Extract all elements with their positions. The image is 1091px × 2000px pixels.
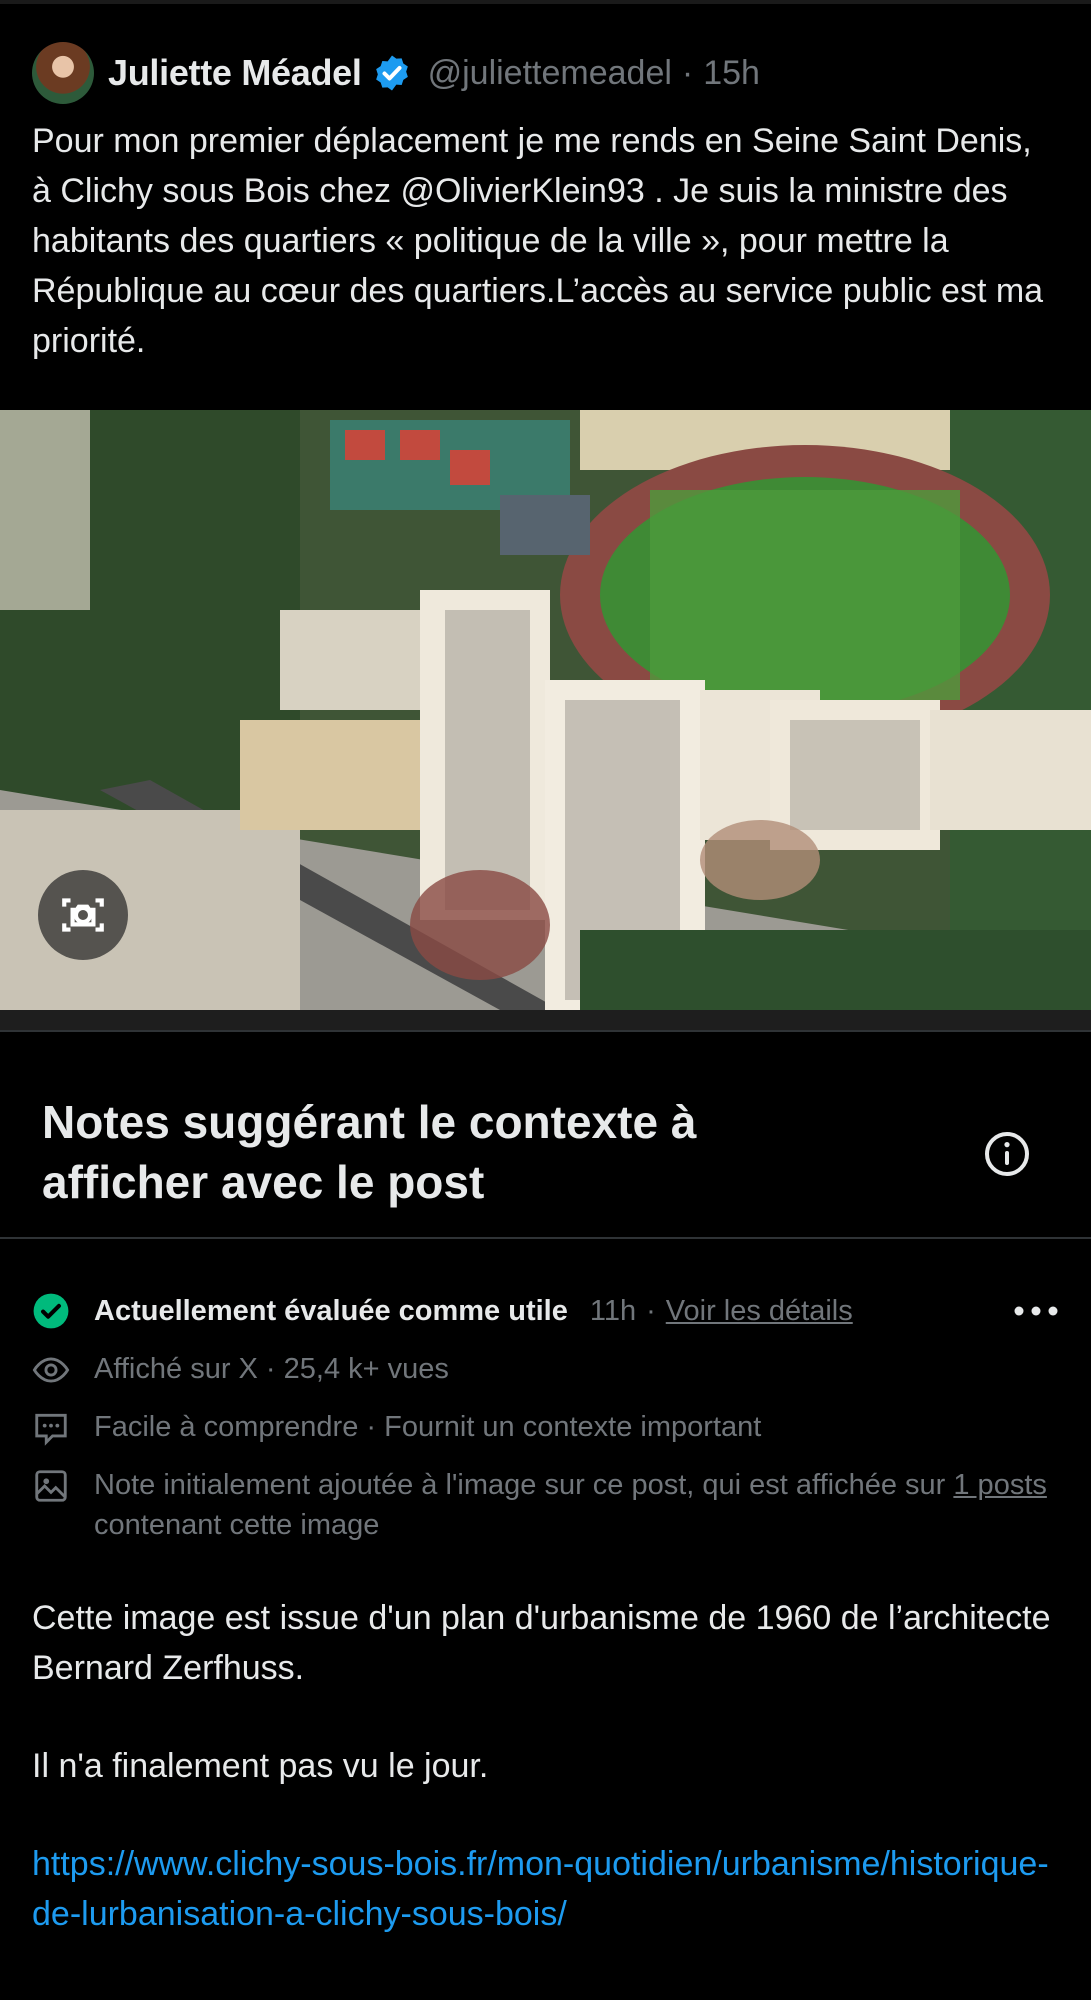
note-status-label: Actuellement évaluée comme utile [94, 1294, 568, 1327]
note-views-text: Affiché sur X · 25,4 k+ vues [94, 1353, 449, 1385]
visual-search-button[interactable] [38, 870, 128, 960]
notes-title: Notes suggérant le contexte à afficher a… [42, 1095, 697, 1208]
aerial-photo [0, 410, 1091, 1010]
post-image[interactable] [0, 410, 1091, 1010]
author-name[interactable]: Juliette Méadel [108, 52, 362, 94]
note: Actuellement évaluée comme utile 11h · V… [0, 1239, 1091, 1939]
avatar[interactable] [32, 42, 94, 104]
visual-search-icon [62, 898, 104, 932]
post-header: Juliette Méadel @juliettemeadel · 15h [32, 40, 1059, 106]
note-image-text: Note initialement ajoutée à l'image sur … [94, 1465, 1059, 1545]
community-notes: Notes suggérant le contexte à afficher a… [0, 1032, 1091, 1939]
author-handle[interactable]: @juliettemeadel [428, 54, 672, 93]
status-separator: · [646, 1294, 656, 1327]
check-circle-icon [33, 1293, 69, 1329]
note-text: Cette image est issue d'un plan d'urbani… [32, 1593, 1059, 1939]
note-source-link[interactable]: https://www.clichy-sous-bois.fr/mon-quot… [32, 1845, 1049, 1933]
see-details-link[interactable]: Voir les détails [666, 1295, 853, 1328]
note-image-text-start: Note initialement ajoutée à l'image sur … [94, 1469, 954, 1501]
note-ratings-row: Facile à comprendre · Fournit un context… [32, 1407, 1059, 1447]
image-bottom-bar [0, 1010, 1091, 1030]
eye-icon [32, 1357, 70, 1383]
more-icon[interactable] [1013, 1305, 1059, 1317]
note-image-text-end: contenant cette image [94, 1509, 380, 1541]
info-icon[interactable] [983, 1130, 1031, 1178]
image-icon [35, 1470, 67, 1502]
post-text: Pour mon premier déplacement je me rends… [32, 122, 1044, 360]
notes-header: Notes suggérant le contexte à afficher a… [0, 1032, 1091, 1237]
header-separator: · [681, 53, 694, 92]
note-paragraph-1: Cette image est issue d'un plan d'urbani… [32, 1599, 1051, 1687]
note-ratings-text: Facile à comprendre · Fournit un context… [94, 1411, 762, 1443]
note-time: 11h [589, 1294, 637, 1327]
note-views-row: Affiché sur X · 25,4 k+ vues [32, 1349, 1059, 1389]
note-status-row: Actuellement évaluée comme utile 11h · V… [32, 1291, 1059, 1331]
verified-badge-icon [375, 55, 408, 91]
note-paragraph-2: Il n'a finalement pas vu le jour. [32, 1747, 489, 1785]
post-time[interactable]: 15h [703, 54, 760, 93]
speech-bubble-icon [35, 1413, 67, 1446]
note-image-row: Note initialement ajoutée à l'image sur … [32, 1465, 1059, 1545]
posts-link[interactable]: 1 posts [953, 1469, 1047, 1501]
post[interactable]: Juliette Méadel @juliettemeadel · 15h Po… [0, 4, 1091, 366]
